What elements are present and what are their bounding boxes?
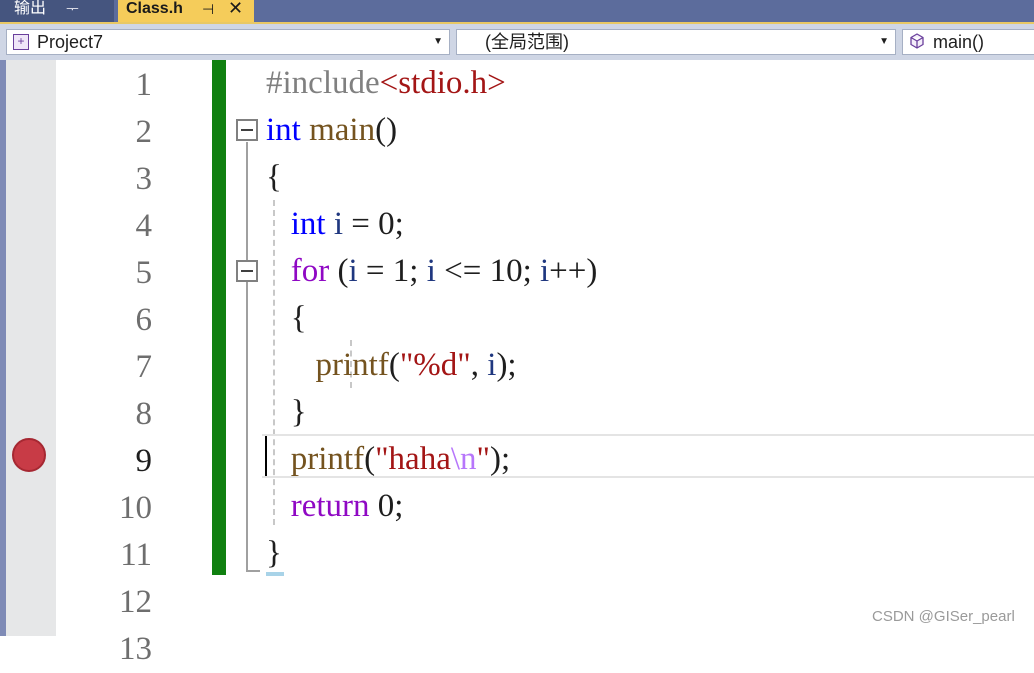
cpp-project-icon: + bbox=[13, 34, 29, 50]
code-line-9: printf("haha\n"); bbox=[290, 441, 511, 477]
line-number-current: 9 bbox=[135, 443, 153, 479]
tab-output[interactable]: 输出 ᅮ bbox=[0, 0, 114, 22]
code-line-3: { bbox=[266, 159, 282, 195]
collapse-main-icon[interactable] bbox=[236, 119, 258, 141]
function-dropdown-value: main() bbox=[933, 32, 985, 52]
outline-line bbox=[246, 142, 248, 572]
collapse-for-icon[interactable] bbox=[236, 260, 258, 282]
change-tracking-bar bbox=[212, 60, 226, 575]
close-tab-icon[interactable]: ✕ bbox=[228, 0, 243, 17]
line-number: 2 bbox=[135, 114, 153, 150]
code-line-6: { bbox=[266, 300, 307, 336]
line-number: 7 bbox=[135, 349, 153, 385]
chevron-down-icon: ▼ bbox=[879, 36, 889, 47]
breakpoint-icon[interactable] bbox=[12, 438, 46, 472]
code-line-4: int i = 0; bbox=[290, 206, 404, 242]
line-number: 1 bbox=[135, 67, 153, 103]
function-cube-icon bbox=[910, 33, 924, 49]
chevron-down-icon: ▼ bbox=[433, 36, 443, 47]
line-number: 5 bbox=[135, 255, 153, 291]
code-line-11: } bbox=[266, 535, 282, 571]
line-number: 10 bbox=[119, 490, 152, 526]
line-number: 13 bbox=[119, 631, 152, 667]
pin-tab-icon[interactable]: ⊣ bbox=[202, 0, 214, 18]
code-editor[interactable]: 1 2 3 4 5 6 7 8 9 10 11 12 13 #include<s… bbox=[0, 60, 1034, 667]
document-tab-strip: 输出 ᅮ Class.h ⊣ ✕ bbox=[0, 0, 1034, 24]
line-number: 8 bbox=[135, 396, 153, 432]
tab-class-h[interactable]: Class.h ⊣ ✕ bbox=[118, 0, 254, 22]
pin-icon[interactable]: ᅮ bbox=[66, 0, 79, 18]
line-number: 12 bbox=[119, 584, 152, 620]
code-line-8: } bbox=[266, 394, 307, 430]
tab-class-h-label: Class.h bbox=[126, 0, 183, 17]
code-line-10: return 0; bbox=[290, 488, 404, 524]
outline-end bbox=[246, 570, 260, 572]
function-dropdown[interactable]: main() bbox=[902, 29, 1034, 55]
scope-dropdown[interactable]: (全局范围) ▼ bbox=[456, 29, 896, 55]
scope-dropdown-value: (全局范围) bbox=[485, 32, 569, 52]
code-line-5: for (i = 1; i <= 10; i++) bbox=[290, 253, 598, 289]
code-line-1: #include<stdio.h> bbox=[266, 65, 506, 101]
line-number: 3 bbox=[135, 161, 153, 197]
project-dropdown-value: Project7 bbox=[37, 32, 104, 52]
tab-output-label: 输出 bbox=[14, 0, 47, 17]
watermark: CSDN @GISer_pearl bbox=[872, 608, 1015, 625]
project-dropdown[interactable]: + Project7 ▼ bbox=[6, 29, 450, 55]
line-number: 4 bbox=[135, 208, 153, 244]
line-number: 6 bbox=[135, 302, 153, 338]
code-line-7: printf("%d", i); bbox=[315, 347, 517, 383]
code-line-2: int main() bbox=[266, 112, 398, 148]
navigation-bar: + Project7 ▼ (全局范围) ▼ main() bbox=[0, 24, 1034, 60]
breakpoint-margin[interactable] bbox=[6, 60, 56, 636]
line-number: 11 bbox=[120, 537, 152, 573]
